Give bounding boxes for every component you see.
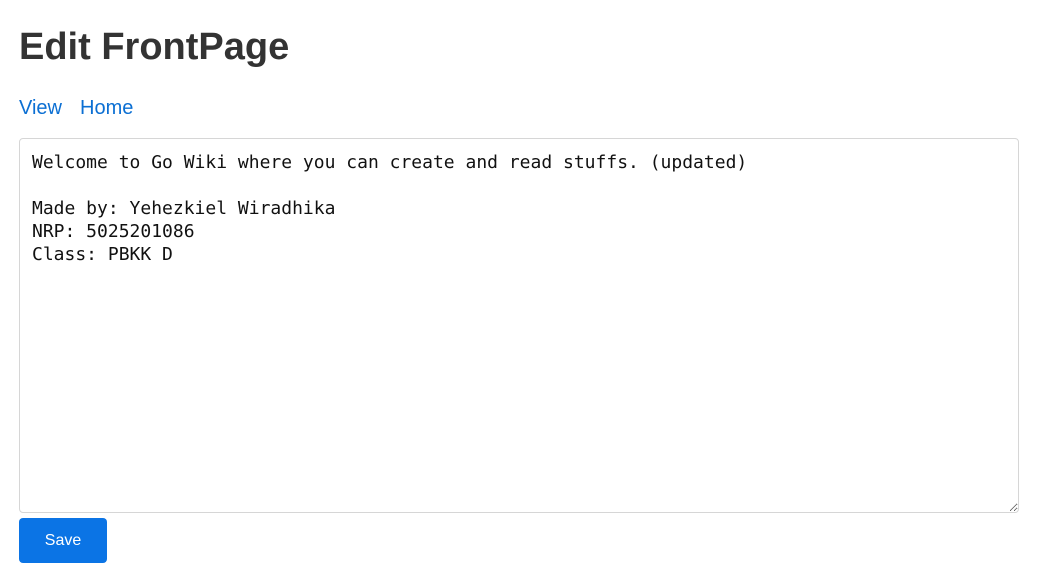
page-nav: View Home xyxy=(19,96,133,120)
home-link[interactable]: Home xyxy=(80,96,133,120)
view-link[interactable]: View xyxy=(19,96,62,120)
page-body-editor[interactable]: Welcome to Go Wiki where you can create … xyxy=(19,138,1019,513)
page-title: Edit FrontPage xyxy=(19,26,290,68)
save-button[interactable]: Save xyxy=(19,518,107,563)
